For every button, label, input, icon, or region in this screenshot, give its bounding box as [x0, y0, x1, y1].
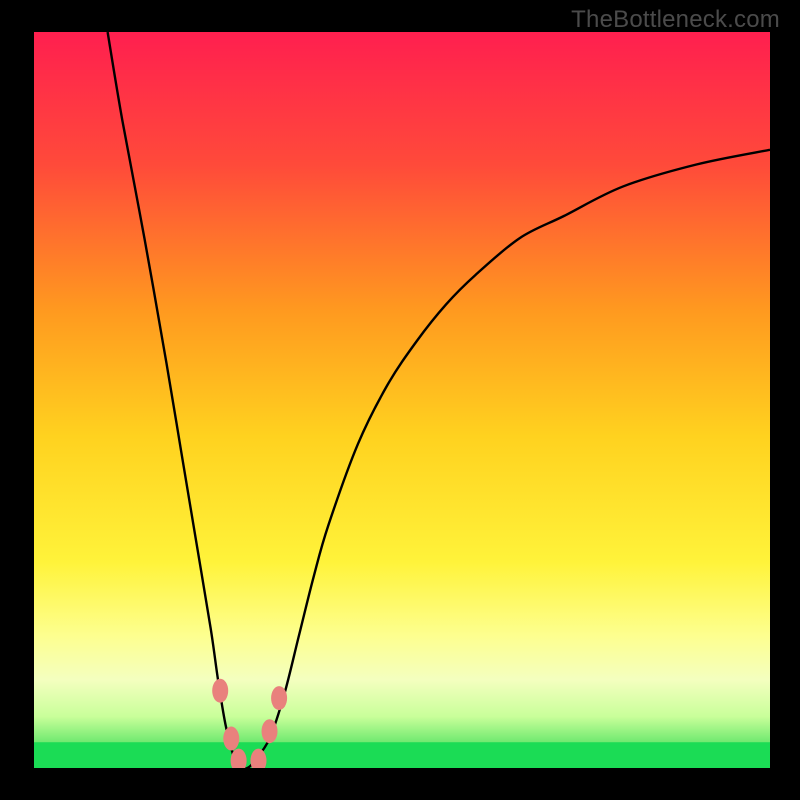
marker-right-lower — [262, 719, 278, 743]
green-band — [34, 742, 770, 768]
plot-area — [34, 32, 770, 768]
marker-right-upper — [271, 686, 287, 710]
chart-svg — [34, 32, 770, 768]
chart-frame: TheBottleneck.com — [0, 0, 800, 800]
marker-left-upper — [212, 679, 228, 703]
marker-left-lower — [223, 727, 239, 751]
attribution-label: TheBottleneck.com — [571, 6, 780, 34]
gradient-background — [34, 32, 770, 768]
